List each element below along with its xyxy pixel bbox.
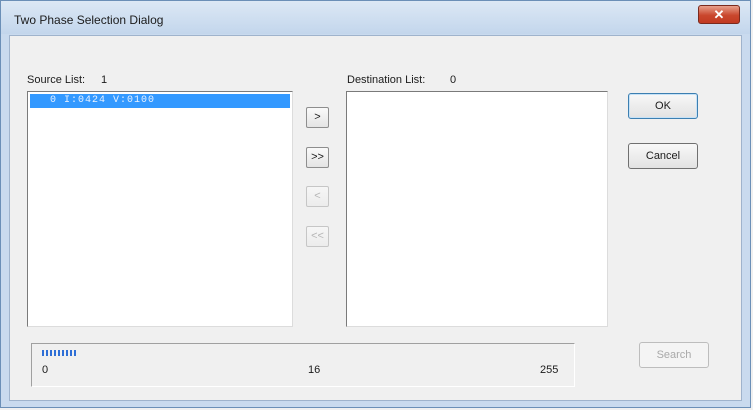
- progress-track: [42, 350, 560, 358]
- destination-list-count: 0: [450, 74, 457, 86]
- destination-list-label: Destination List:: [347, 74, 426, 86]
- source-listbox[interactable]: 0 I:0424 V:0100: [27, 91, 293, 327]
- source-list-count: 1: [101, 74, 108, 86]
- close-button[interactable]: ✕: [698, 5, 740, 24]
- source-list-label: Source List:: [27, 74, 86, 86]
- remove-all-button[interactable]: <<: [306, 226, 329, 247]
- destination-listbox[interactable]: [346, 91, 608, 327]
- progress-mid-label: 16: [308, 364, 321, 376]
- progress-max-label: 255: [540, 364, 559, 376]
- progress-fill: [42, 350, 78, 356]
- search-button[interactable]: Search: [639, 342, 709, 368]
- progress-min-label: 0: [42, 364, 49, 376]
- title-bar[interactable]: Two Phase Selection Dialog ✕: [1, 1, 750, 34]
- progress-panel: 0 16 255: [31, 343, 575, 387]
- ok-button[interactable]: OK: [628, 93, 698, 119]
- close-icon: ✕: [713, 7, 725, 22]
- move-one-button[interactable]: >: [306, 107, 329, 128]
- move-all-button[interactable]: >>: [306, 147, 329, 168]
- dialog-window: Two Phase Selection Dialog ✕ Source List…: [0, 0, 751, 408]
- cancel-button[interactable]: Cancel: [628, 143, 698, 169]
- dialog-client-area: Source List: 1 0 I:0424 V:0100 > >> < <<…: [9, 35, 742, 401]
- remove-one-button[interactable]: <: [306, 186, 329, 207]
- source-list-item[interactable]: 0 I:0424 V:0100: [30, 94, 290, 108]
- window-title: Two Phase Selection Dialog: [14, 13, 164, 27]
